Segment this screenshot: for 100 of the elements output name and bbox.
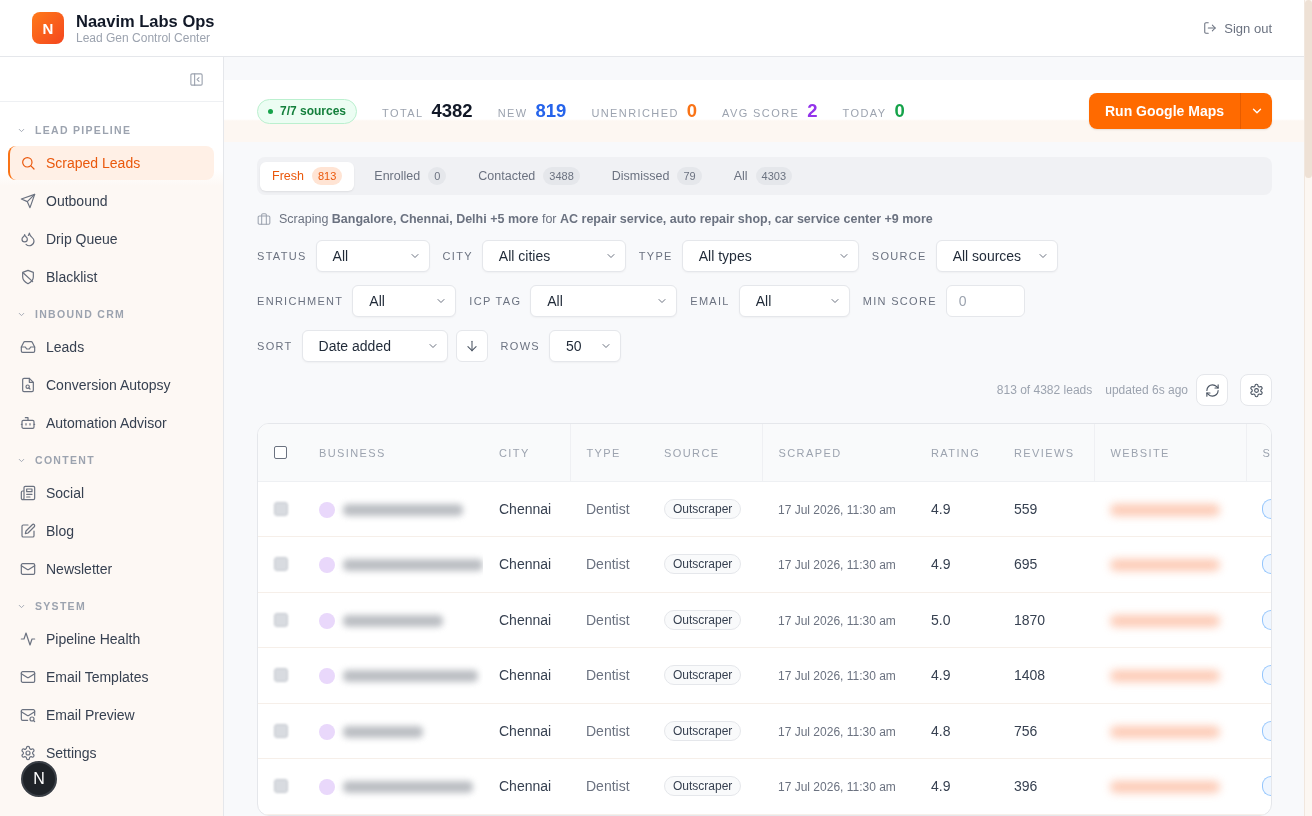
nav-item[interactable]: Blacklist	[8, 260, 214, 294]
stat-value: 0	[686, 100, 698, 122]
filter-label: MIN SCORE	[862, 295, 937, 307]
type-text: Dentist	[586, 500, 630, 517]
row-checkbox[interactable]	[274, 668, 288, 683]
row-checkbox[interactable]	[274, 612, 288, 627]
app-subtitle: Lead Gen Control Center	[76, 30, 212, 46]
sign-out-button[interactable]: Sign out	[1203, 20, 1272, 36]
dropdown[interactable]: Date added	[301, 330, 448, 362]
nav-item[interactable]: Outbound	[8, 184, 214, 218]
nav-item[interactable]: Pipeline Health	[8, 622, 214, 656]
select-all-checkbox[interactable]	[274, 445, 287, 459]
tab[interactable]: Contacted 3488	[466, 161, 592, 191]
number-input[interactable]: 0	[945, 285, 1025, 317]
briefcase-icon	[257, 212, 271, 226]
stat-value: 2	[807, 100, 818, 122]
filter-label: TYPE	[638, 250, 673, 262]
dropdown[interactable]: 50	[549, 330, 621, 362]
nav-item[interactable]: Leads	[8, 330, 214, 364]
dropdown[interactable]: All	[530, 285, 678, 317]
row-checkbox[interactable]	[274, 501, 288, 516]
nav-item[interactable]: Social	[8, 476, 214, 510]
results-count: 813 of 4382 leads	[996, 383, 1093, 397]
dropdown[interactable]: All	[352, 285, 457, 317]
nav-item[interactable]: Conversion Autopsy	[8, 368, 214, 402]
filter-label: SORT	[257, 340, 293, 352]
stat-label: UNENRICHED	[591, 107, 679, 119]
stat-value: 4382	[431, 100, 473, 122]
reviews-count: 1408	[1014, 667, 1046, 684]
robot-icon	[20, 415, 36, 431]
tab[interactable]: Enrolled 0	[362, 161, 459, 191]
stat-label: TODAY	[842, 107, 887, 119]
tab[interactable]: Dismissed 79	[599, 161, 714, 191]
rating-value: 4.9	[931, 778, 951, 795]
source-tag: Outscraper	[664, 720, 742, 741]
dropdown[interactable]: All cities	[481, 240, 626, 272]
pill-edge-icon	[1262, 609, 1271, 630]
row-checkbox[interactable]	[274, 557, 288, 572]
filter-label: ROWS	[500, 340, 540, 352]
tab-count: 79	[677, 167, 702, 185]
shield-icon	[20, 269, 36, 285]
source-tag: Outscraper	[664, 665, 742, 686]
reviews-count: 559	[1014, 500, 1038, 517]
scrollbar-thumb[interactable]	[1305, 0, 1312, 178]
avatar-icon	[319, 723, 335, 740]
rating-value: 4.9	[931, 500, 951, 517]
nav-item[interactable]: Automation Advisor	[8, 406, 214, 440]
table-settings-button[interactable]	[1240, 374, 1272, 406]
dropdown[interactable]: All	[315, 240, 430, 272]
stat-value: 819	[535, 100, 567, 122]
city-text: Chennai	[499, 778, 552, 795]
nav-item[interactable]: Email Preview	[8, 698, 214, 732]
dropdown[interactable]: All	[738, 285, 850, 317]
tab[interactable]: Fresh 813	[260, 161, 355, 191]
app-logo: N	[32, 12, 64, 44]
avatar-icon	[319, 668, 335, 684]
type-text: Dentist	[586, 556, 630, 573]
pill-edge-icon	[1262, 776, 1271, 797]
row-checkbox[interactable]	[274, 779, 288, 794]
city-text: Chennai	[499, 667, 552, 684]
avatar-icon	[319, 557, 335, 573]
rating-value: 4.8	[931, 722, 951, 739]
scraped-date: 17 Jul 2026, 11:30 am	[778, 669, 896, 684]
avatar-icon	[319, 612, 335, 629]
document-search-icon	[20, 377, 36, 393]
refresh-button[interactable]	[1196, 374, 1228, 406]
nav-item[interactable]: Blog	[8, 514, 214, 548]
logout-icon	[1203, 21, 1218, 35]
type-text: Dentist	[586, 611, 630, 628]
scraping-summary: Scraping Bangalore, Chennai, Delhi +5 more for AC repair service, auto repair shop, car service center +9 more	[279, 212, 933, 226]
filter-label: CITY	[442, 250, 473, 262]
tab[interactable]: All 4303	[721, 161, 805, 191]
dropdown[interactable]: All types	[681, 240, 859, 272]
reviews-count: 396	[1014, 778, 1038, 795]
filter-label: STATUS	[257, 250, 307, 262]
rating-value: 4.9	[931, 667, 951, 684]
pulse-line-icon	[20, 631, 36, 647]
scraped-date: 17 Jul 2026, 11:30 am	[778, 502, 896, 517]
envelope-icon	[20, 561, 36, 577]
nav-item[interactable]: Newsletter	[8, 552, 214, 586]
run-options-button[interactable]	[1240, 93, 1272, 129]
updated-time: updated 6s ago	[1105, 383, 1188, 397]
city-text: Chennai	[499, 611, 552, 628]
dropdown[interactable]: All sources	[935, 240, 1058, 272]
source-tag: Outscraper	[664, 498, 742, 519]
nav-item[interactable]: Drip Queue	[8, 222, 214, 256]
newspaper-icon	[20, 485, 36, 501]
avatar-icon	[319, 501, 335, 518]
envelope-search-icon	[20, 707, 36, 723]
droplets-icon	[20, 231, 36, 247]
sidebar-collapse-icon[interactable]	[189, 71, 204, 87]
filter-label: EMAIL	[690, 295, 730, 307]
reviews-count: 756	[1014, 722, 1038, 739]
tab-count: 0	[428, 167, 447, 185]
stat-label: TOTAL	[382, 107, 424, 119]
nav-item[interactable]: Email Templates	[8, 660, 214, 694]
edit-icon	[20, 523, 36, 539]
sort-direction-button[interactable]	[455, 330, 488, 362]
row-checkbox[interactable]	[274, 723, 288, 738]
city-text: Chennai	[499, 556, 552, 573]
